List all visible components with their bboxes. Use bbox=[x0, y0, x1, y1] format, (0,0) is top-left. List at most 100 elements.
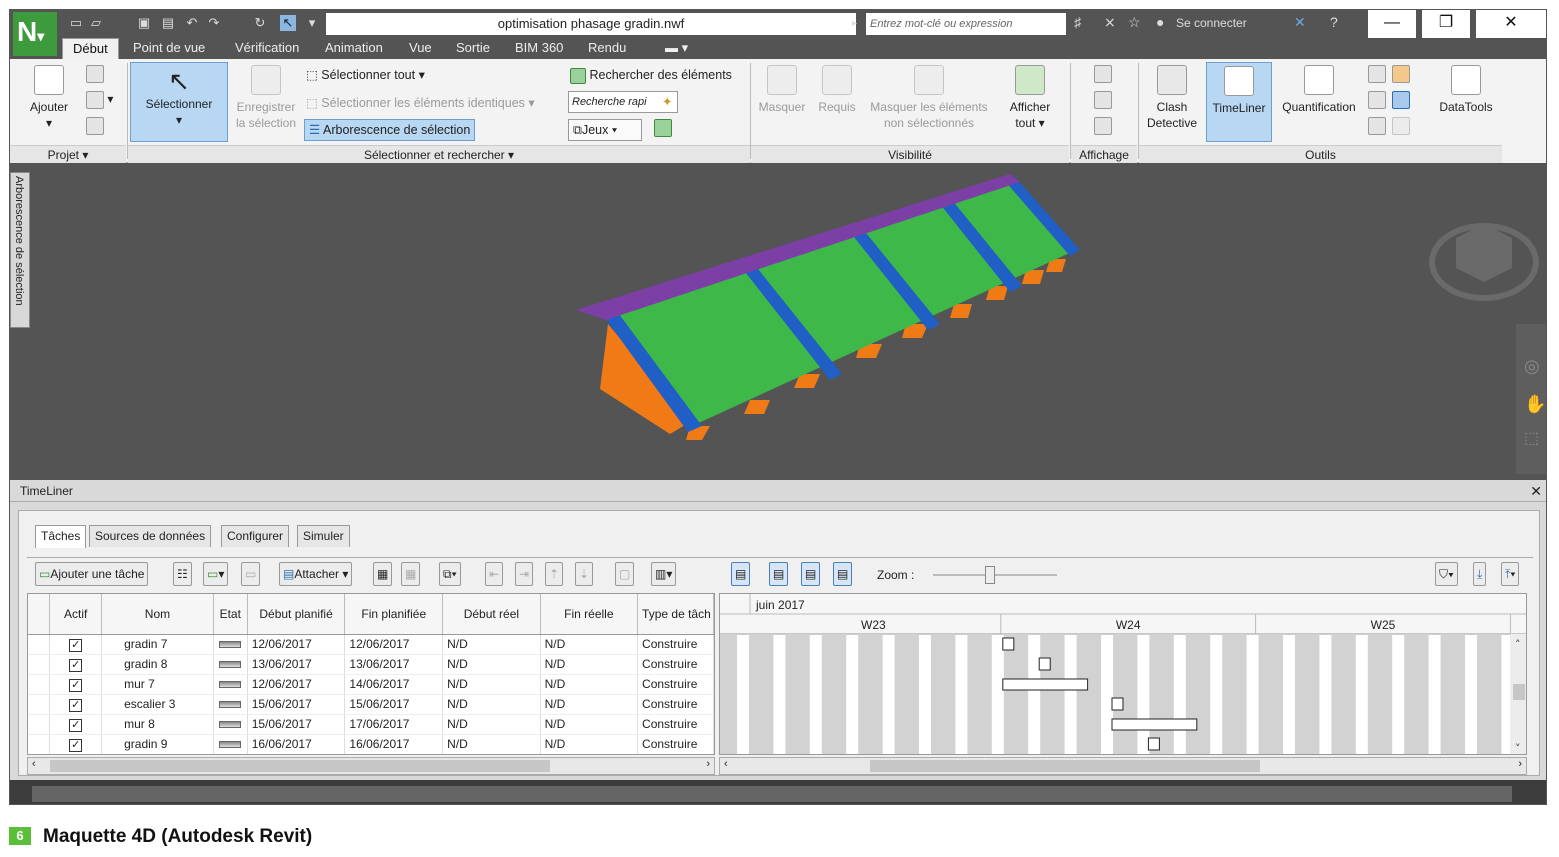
save-icon[interactable]: ▣ bbox=[136, 15, 152, 31]
gantt-milestone-bar[interactable] bbox=[1111, 697, 1124, 711]
filter-status-button[interactable]: ⛉▾ bbox=[1435, 562, 1458, 586]
delete-task-button[interactable]: ▭ bbox=[241, 562, 261, 586]
more-tabs-icon[interactable]: ▬ ▾ bbox=[665, 40, 688, 56]
col-fin-planifiee[interactable]: Fin planifiée bbox=[344, 594, 444, 635]
auto-add-button[interactable]: ▭▾ bbox=[203, 562, 229, 586]
manage-sets-button[interactable] bbox=[654, 119, 672, 137]
datatools-button[interactable]: DataTools bbox=[1434, 65, 1498, 115]
selectionner-identiques-button[interactable]: ⬚ Sélectionner les éléments identiques ▾ bbox=[306, 93, 535, 113]
masquer-button[interactable]: Masquer bbox=[755, 65, 809, 115]
stadium-model[interactable] bbox=[10, 164, 1547, 480]
actif-checkbox[interactable]: ✓ bbox=[49, 694, 103, 715]
properties-button[interactable] bbox=[1094, 91, 1112, 109]
export-button[interactable]: ⤒▾ bbox=[1501, 562, 1520, 586]
ajouter-button[interactable]: Ajouter ▾ bbox=[18, 65, 80, 131]
tab-bim360[interactable]: BIM 360 bbox=[515, 40, 563, 55]
sign-in-link[interactable]: Se connecter bbox=[1176, 16, 1247, 30]
afficher-tout-button[interactable]: Afficher tout ▾ bbox=[1000, 65, 1060, 131]
col-nom[interactable]: Nom bbox=[101, 594, 214, 635]
grid-scroll-thumb[interactable] bbox=[50, 760, 550, 772]
new-file-icon[interactable]: ▭ bbox=[68, 15, 84, 31]
steering-wheel-icon[interactable]: ◎ bbox=[1524, 356, 1540, 377]
col-actif[interactable]: Actif bbox=[49, 594, 103, 635]
actual-view-button[interactable]: ▤ bbox=[833, 562, 853, 586]
group-projet[interactable]: Projet ▾ bbox=[10, 145, 126, 163]
tab-taches[interactable]: Tâches bbox=[35, 525, 87, 548]
planned-view-button[interactable]: ▤ bbox=[801, 562, 821, 586]
help-icon[interactable]: ? bbox=[1330, 14, 1338, 30]
indent-button[interactable]: ⇥ bbox=[515, 562, 534, 586]
zoom-slider[interactable] bbox=[933, 574, 1057, 576]
move-up-button[interactable]: ⇡ bbox=[545, 562, 564, 586]
insert-task-button[interactable]: ☷ bbox=[173, 562, 192, 586]
reset-button[interactable]: ▾ bbox=[86, 91, 113, 109]
arborescence-selection-button[interactable]: ☰ Arborescence de sélection bbox=[304, 119, 476, 141]
animator-button[interactable] bbox=[1368, 65, 1386, 83]
scroll-up-icon[interactable]: ˄ bbox=[1515, 638, 1521, 651]
tab-verification[interactable]: Vérification bbox=[235, 40, 299, 55]
gantt-scroll-left-icon[interactable]: ‹ bbox=[724, 758, 728, 770]
restore-button[interactable]: ❐ bbox=[1422, 10, 1470, 38]
autodesk-rendering-button[interactable] bbox=[1392, 65, 1410, 83]
actif-checkbox[interactable]: ✓ bbox=[49, 654, 103, 675]
selectionner-button[interactable]: ↖ Sélectionner ▾ bbox=[130, 62, 228, 142]
file-options-button[interactable] bbox=[86, 117, 104, 135]
checkbox-icon[interactable]: ✓ bbox=[69, 678, 83, 692]
gantt-task-bar[interactable] bbox=[1111, 718, 1198, 731]
col-debut-reel[interactable]: Début réel bbox=[442, 594, 541, 635]
actif-checkbox[interactable]: ✓ bbox=[49, 674, 103, 695]
selectionner-tout-button[interactable]: ⬚ Sélectionner tout ▾ bbox=[306, 65, 425, 85]
gantt-scroll-thumb[interactable] bbox=[870, 760, 1260, 772]
exchange-icon[interactable]: ✕ bbox=[1294, 14, 1306, 31]
checkbox-icon[interactable]: ✓ bbox=[69, 638, 83, 652]
masquer-non-selectionnes-button[interactable]: Masquer les éléments non sélectionnés bbox=[862, 65, 996, 131]
col-debut-planifie[interactable]: Début planifié bbox=[247, 594, 346, 635]
show-tasks-button[interactable]: ▤ bbox=[731, 562, 751, 586]
col-fin-reelle[interactable]: Fin réelle bbox=[540, 594, 639, 635]
rules-button[interactable]: ▦ bbox=[373, 562, 393, 586]
minimize-button[interactable]: — bbox=[1368, 10, 1416, 38]
grid-horizontal-scrollbar[interactable]: ‹ › bbox=[27, 757, 715, 775]
table-row[interactable]: ✓ gradin 8 13/06/2017 13/06/2017 N/D N/D Const… bbox=[28, 654, 714, 675]
close-icon[interactable]: ✕ bbox=[1530, 480, 1542, 502]
timeliner-button[interactable]: TimeLiner bbox=[1206, 62, 1272, 142]
tab-debut[interactable]: Début bbox=[62, 38, 119, 59]
enregistrer-selection-button[interactable]: Enregistrer la sélection bbox=[230, 65, 302, 131]
zoom-slider-thumb[interactable] bbox=[985, 566, 995, 584]
add-task-button[interactable]: ▭Ajouter une tâche bbox=[35, 562, 149, 586]
outdent-button[interactable]: ⇤ bbox=[485, 562, 504, 586]
compare-button[interactable] bbox=[1392, 91, 1410, 109]
scroll-left-icon[interactable]: ‹ bbox=[32, 758, 36, 770]
gantt-task-bar[interactable] bbox=[1002, 678, 1089, 691]
navigation-cube[interactable] bbox=[1429, 223, 1539, 301]
refresh-project-button[interactable] bbox=[86, 65, 104, 83]
appearance-profiler-button[interactable] bbox=[1368, 117, 1386, 135]
gantt-milestone-bar[interactable] bbox=[1147, 737, 1160, 751]
search-arrow-icon[interactable]: ▸ bbox=[852, 18, 857, 29]
table-row[interactable]: ✓ gradin 7 12/06/2017 12/06/2017 N/D N/D Const… bbox=[28, 634, 714, 655]
find-items-button[interactable]: ▦ bbox=[401, 562, 421, 586]
table-row[interactable]: ✓ mur 8 15/06/2017 17/06/2017 N/D N/D Construi… bbox=[28, 714, 714, 735]
import-button[interactable]: ⤓ bbox=[1473, 562, 1487, 586]
tab-simuler[interactable]: Simuler bbox=[297, 525, 350, 547]
move-down-button[interactable]: ⇣ bbox=[575, 562, 594, 586]
tab-sortie[interactable]: Sortie bbox=[456, 40, 490, 55]
jeux-dropdown[interactable]: ⧉Jeux ▾ bbox=[568, 119, 642, 141]
gantt-horizontal-scrollbar[interactable]: ‹ › bbox=[719, 757, 1527, 775]
close-button[interactable]: ✕ bbox=[1476, 10, 1546, 38]
scroll-down-icon[interactable]: ˅ bbox=[1515, 742, 1521, 755]
requis-button[interactable]: Requis bbox=[814, 65, 860, 115]
print-icon[interactable]: ▤ bbox=[160, 15, 176, 31]
actif-checkbox[interactable]: ✓ bbox=[49, 734, 103, 754]
links-button[interactable] bbox=[1094, 65, 1112, 83]
quick-properties-button[interactable] bbox=[1094, 117, 1112, 135]
select-cursor-icon[interactable]: ↖ bbox=[280, 15, 296, 31]
group-selection[interactable]: Sélectionner et rechercher ▾ bbox=[128, 145, 750, 163]
tab-configurer[interactable]: Configurer bbox=[221, 525, 290, 547]
scripter-button[interactable] bbox=[1368, 91, 1386, 109]
customize-dropdown-icon[interactable]: ▾ bbox=[304, 15, 320, 31]
table-row[interactable]: ✓ mur 7 12/06/2017 14/06/2017 N/D N/D Construi… bbox=[28, 674, 714, 695]
actif-checkbox[interactable]: ✓ bbox=[49, 634, 103, 655]
checkbox-icon[interactable]: ✓ bbox=[69, 658, 83, 672]
quantification-button[interactable]: Quantification bbox=[1274, 65, 1364, 115]
